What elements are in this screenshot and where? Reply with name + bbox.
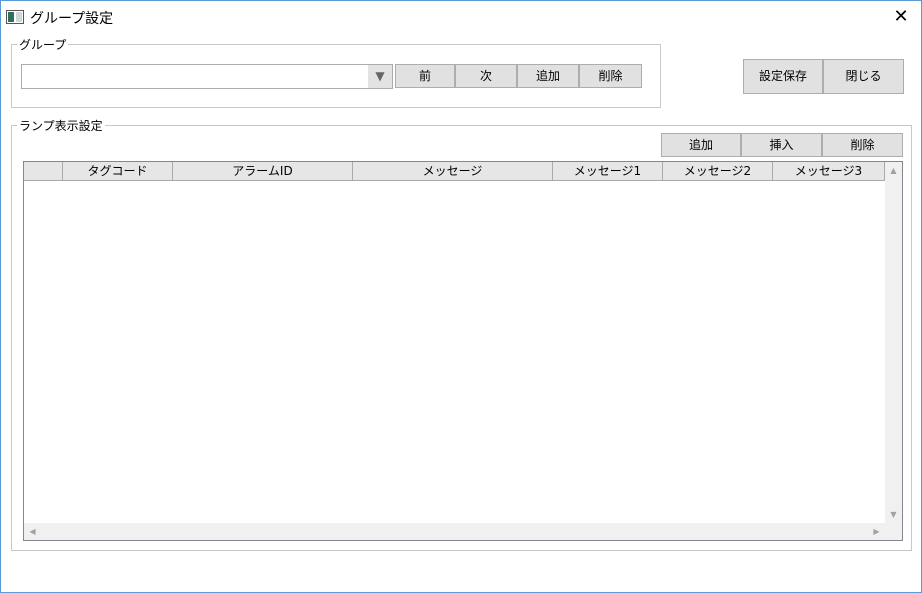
horizontal-scrollbar[interactable]: ◀ ▶ xyxy=(24,523,885,540)
column-header[interactable]: タグコード xyxy=(63,162,173,181)
close-icon[interactable]: ✕ xyxy=(887,5,915,29)
column-header[interactable]: アラームID xyxy=(173,162,353,181)
vertical-scrollbar[interactable]: ▲ ▼ xyxy=(885,162,902,523)
column-header[interactable]: メッセージ1 xyxy=(553,162,663,181)
prev-button[interactable]: 前 xyxy=(395,64,455,88)
group-legend: グループ xyxy=(19,38,67,52)
next-button[interactable]: 次 xyxy=(455,64,517,88)
title-bar: グループ設定 ✕ xyxy=(1,1,921,31)
lamp-legend: ランプ表示設定 xyxy=(19,119,103,133)
column-header[interactable]: メッセージ2 xyxy=(663,162,773,181)
delete-group-button[interactable]: 削除 xyxy=(579,64,642,88)
group-settings-window: グループ設定 ✕ グループ ▼ 前 次 追加 削除 設定保存 閉じる ランプ表示… xyxy=(0,0,922,593)
grid-header: タグコード アラームID メッセージ メッセージ1 メッセージ2 メッセージ3 xyxy=(24,162,885,181)
column-header[interactable]: メッセージ3 xyxy=(773,162,885,181)
scroll-left-icon[interactable]: ◀ xyxy=(24,523,41,540)
insert-row-button[interactable]: 挿入 xyxy=(741,133,822,157)
scroll-down-icon[interactable]: ▼ xyxy=(885,506,902,523)
app-icon xyxy=(6,10,24,24)
row-header-corner[interactable] xyxy=(24,162,63,181)
window-title: グループ設定 xyxy=(30,11,114,27)
column-header[interactable]: メッセージ xyxy=(353,162,553,181)
delete-row-button[interactable]: 削除 xyxy=(822,133,903,157)
group-select[interactable]: ▼ xyxy=(21,64,393,89)
close-button[interactable]: 閉じる xyxy=(823,59,904,94)
lamp-grid[interactable]: タグコード アラームID メッセージ メッセージ1 メッセージ2 メッセージ3 … xyxy=(23,161,903,541)
add-group-button[interactable]: 追加 xyxy=(517,64,579,88)
save-settings-button[interactable]: 設定保存 xyxy=(743,59,823,94)
chevron-down-icon[interactable]: ▼ xyxy=(368,65,392,88)
scroll-up-icon[interactable]: ▲ xyxy=(885,162,902,179)
scroll-right-icon[interactable]: ▶ xyxy=(868,523,885,540)
add-row-button[interactable]: 追加 xyxy=(661,133,741,157)
scrollbar-corner xyxy=(885,523,902,540)
